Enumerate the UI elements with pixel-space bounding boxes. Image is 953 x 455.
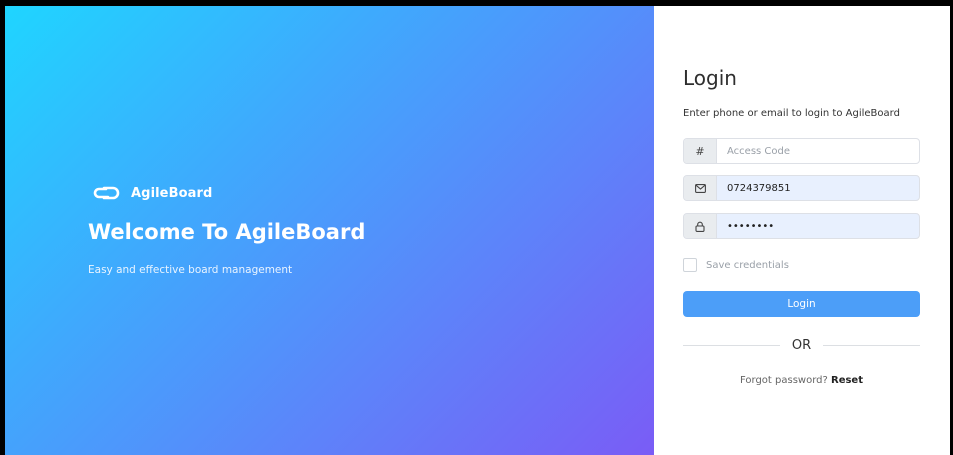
hero-panel: AgileBoard Welcome To AgileBoard Easy an… — [5, 6, 654, 455]
login-page: AgileBoard Welcome To AgileBoard Easy an… — [5, 6, 950, 455]
hash-icon: # — [684, 139, 717, 163]
email-field — [683, 175, 920, 201]
access-code-field: # — [683, 138, 920, 164]
password-input[interactable] — [717, 214, 919, 238]
hero-subtitle: Easy and effective board management — [88, 264, 293, 276]
or-divider: OR — [683, 337, 921, 353]
hero-title: Welcome To AgileBoard — [88, 220, 366, 244]
brand-name: AgileBoard — [131, 185, 213, 201]
login-description: Enter phone or email to login to AgileBo… — [683, 108, 900, 119]
save-credentials[interactable]: Save credentials — [683, 258, 789, 272]
or-text: OR — [791, 337, 812, 353]
login-button[interactable]: Login — [683, 291, 920, 317]
reset-link[interactable]: Reset — [831, 375, 863, 386]
save-credentials-label: Save credentials — [706, 259, 789, 271]
password-field — [683, 213, 920, 239]
forgot-password: Forgot password? Reset — [683, 375, 920, 386]
brand: AgileBoard — [93, 183, 212, 203]
divider-line — [823, 344, 921, 346]
link-icon — [93, 186, 120, 200]
envelope-icon — [684, 176, 717, 200]
save-credentials-checkbox[interactable] — [683, 258, 697, 272]
forgot-password-text: Forgot password? — [740, 375, 828, 386]
lock-icon — [684, 214, 717, 238]
login-title: Login — [683, 66, 737, 90]
email-input[interactable] — [717, 176, 919, 200]
access-code-input[interactable] — [717, 139, 919, 163]
login-panel: Login Enter phone or email to login to A… — [654, 6, 950, 455]
divider-line — [683, 344, 780, 346]
